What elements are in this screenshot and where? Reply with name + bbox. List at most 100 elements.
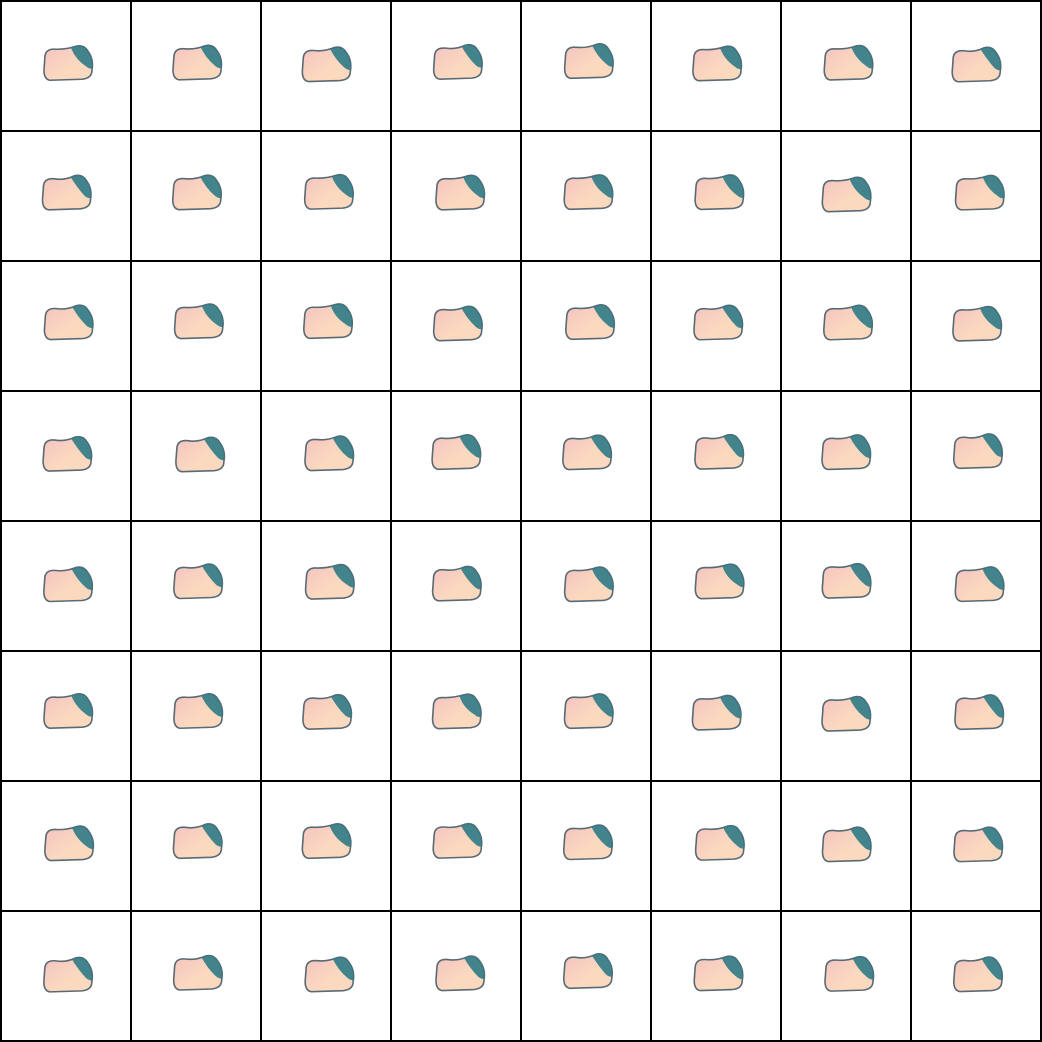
sample-tile (392, 2, 520, 130)
sample-tile (262, 2, 390, 130)
blob-object (43, 956, 94, 993)
blob-object (42, 435, 93, 472)
sample-tile (2, 912, 130, 1040)
blob-object (431, 434, 482, 471)
blob-object (694, 563, 745, 600)
sample-tile (262, 132, 390, 260)
sample-tile (392, 392, 520, 520)
sample-tile (392, 652, 520, 780)
sample-tile (392, 522, 520, 650)
blob-object (824, 955, 875, 992)
blob-object (44, 825, 95, 862)
blob-object (172, 954, 223, 991)
sample-tile (652, 262, 780, 390)
blob-object (821, 562, 872, 599)
blob-object (691, 694, 742, 731)
sample-tile (522, 262, 650, 390)
blob-object (952, 433, 1004, 470)
blob-object (43, 45, 94, 82)
sample-tile (132, 2, 260, 130)
blob-object (303, 303, 354, 340)
sample-tile (2, 2, 130, 130)
blob-object (432, 43, 483, 80)
sample-tile (522, 392, 650, 520)
blob-object (172, 823, 223, 860)
sample-tile (392, 132, 520, 260)
blob-object (821, 176, 872, 213)
sample-tile (392, 262, 520, 390)
sample-tile (392, 912, 520, 1040)
blob-object (954, 174, 1005, 211)
sample-tile (912, 392, 1040, 520)
sample-tile (262, 262, 390, 390)
blob-object (954, 566, 1005, 603)
blob-object (823, 304, 874, 341)
sample-tile (132, 522, 260, 650)
blob-object (823, 44, 874, 81)
sample-tile (912, 522, 1040, 650)
blob-object (562, 824, 614, 861)
blob-object (953, 826, 1004, 863)
sample-tile (132, 912, 260, 1040)
blob-object (821, 434, 872, 471)
blob-object (431, 565, 482, 602)
sample-tile (132, 262, 260, 390)
sample-tile (392, 782, 520, 910)
blob-object (304, 956, 355, 993)
blob-object (171, 174, 223, 211)
sample-tile (2, 132, 130, 260)
blob-object (432, 822, 483, 859)
blob-object (821, 826, 872, 863)
blob-object (435, 955, 486, 992)
blob-object (562, 434, 613, 471)
sample-tile (912, 652, 1040, 780)
blob-object (693, 304, 744, 341)
blob-object (41, 174, 92, 211)
blob-object (304, 435, 355, 472)
sample-tile (782, 912, 910, 1040)
sample-tile (2, 262, 130, 390)
blob-object (563, 174, 614, 211)
sample-tile (912, 2, 1040, 130)
blob-object (175, 436, 226, 473)
sample-tile (782, 2, 910, 130)
blob-object (301, 823, 352, 860)
blob-object (173, 563, 224, 600)
blob-object (173, 693, 224, 730)
sample-tile (652, 652, 780, 780)
sample-tile (782, 652, 910, 780)
blob-object (693, 955, 744, 992)
sample-tile (782, 782, 910, 910)
sample-tile (782, 392, 910, 520)
sample-tile (912, 262, 1040, 390)
sample-tile (262, 392, 390, 520)
blob-object (303, 173, 354, 210)
sample-tile (912, 912, 1040, 1040)
blob-object (302, 693, 353, 730)
blob-object (432, 305, 483, 342)
blob-object (952, 956, 1004, 993)
sample-tile (132, 652, 260, 780)
sample-tile (2, 782, 130, 910)
blob-object (951, 46, 1002, 83)
sample-tile (522, 912, 650, 1040)
blob-object (692, 45, 743, 82)
sample-tile (522, 522, 650, 650)
sample-tile (522, 2, 650, 130)
blob-object (694, 174, 745, 211)
blob-object (563, 43, 614, 80)
blob-object (694, 433, 745, 470)
sample-tile (782, 262, 910, 390)
image-sample-grid (0, 0, 1042, 1042)
sample-tile (262, 912, 390, 1040)
blob-object (562, 953, 614, 990)
sample-tile (912, 782, 1040, 910)
sample-tile (132, 782, 260, 910)
sample-tile (652, 912, 780, 1040)
sample-tile (522, 652, 650, 780)
blob-object (563, 566, 614, 603)
sample-tile (782, 132, 910, 260)
sample-tile (262, 782, 390, 910)
sample-tile (522, 132, 650, 260)
blob-object (172, 44, 223, 81)
